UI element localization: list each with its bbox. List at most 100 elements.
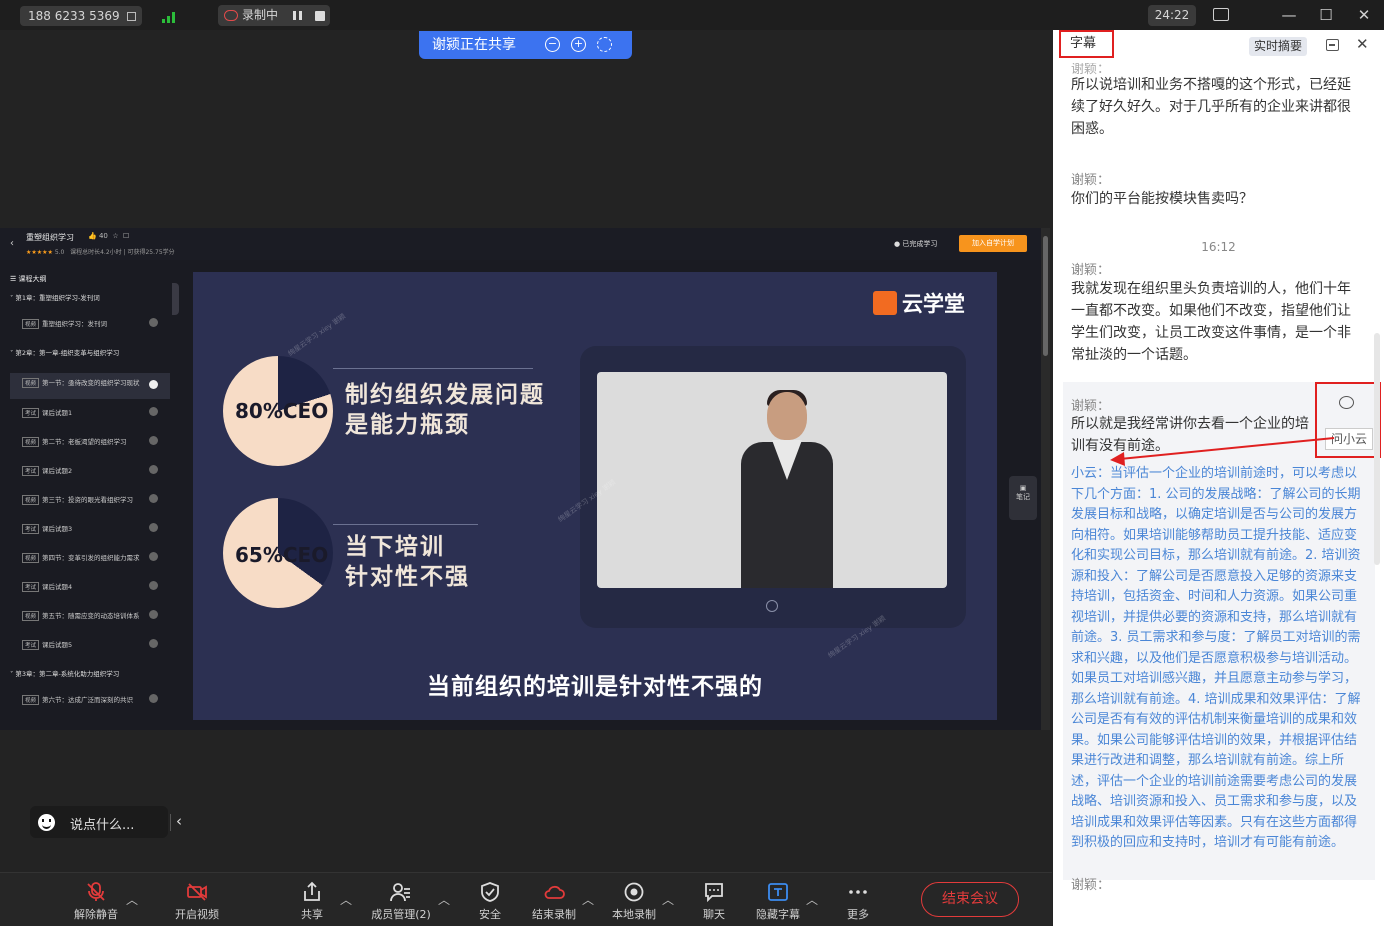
outline-lesson[interactable]: 视频 第一节：亟待改变的组织学习现状 — [10, 373, 170, 399]
layout-button[interactable] — [1206, 4, 1236, 26]
speaker-name: 谢颖： — [1071, 173, 1111, 188]
outline-tag: 视频 — [22, 437, 40, 447]
outline-lesson-text: 第三节：投资的眼光看组织学习 — [42, 496, 134, 504]
outline-lesson-text: 第五节：随需应变的动态培训体系 — [42, 612, 140, 620]
outline-lesson[interactable]: 考试 课后试题1 — [10, 407, 170, 421]
outline-chapter[interactable]: ˅ 第2章：第一章-组织变革与组织学习 — [10, 347, 170, 361]
stop-recording-icon[interactable] — [315, 11, 325, 21]
stop-recording-button[interactable]: 结束录制 — [526, 873, 582, 926]
minimize-window-icon[interactable]: — — [1276, 2, 1302, 28]
outline-lesson[interactable]: 考试 课后试题3 — [10, 523, 170, 537]
outline-lesson[interactable]: 考试 课后试题2 — [10, 465, 170, 479]
panel-scrollbar[interactable] — [1374, 333, 1380, 565]
shared-scrollbar[interactable] — [1041, 228, 1050, 730]
maximize-window-icon[interactable]: ☐ — [1313, 2, 1339, 28]
chat-placeholder[interactable]: 说点什么... — [70, 814, 134, 833]
chat-separator — [170, 814, 171, 831]
emoji-icon[interactable] — [38, 814, 55, 831]
outline-tag: 视频 — [22, 319, 40, 329]
zoom-in-icon[interactable]: + — [571, 37, 586, 52]
start-video-button[interactable]: 开启视频 — [166, 873, 228, 926]
hide-subtitles-button[interactable]: 隐藏字幕 — [750, 873, 806, 926]
scroll-thumb[interactable] — [1043, 236, 1048, 356]
chevron-left-icon[interactable]: ‹ — [176, 812, 182, 830]
panel-minimize-icon[interactable] — [1326, 39, 1339, 51]
back-chevron-icon[interactable]: ‹ — [10, 238, 14, 249]
course-meta: ★★★★★ 5.0 课程总时长4.2小时 | 可获得25.75学分 — [26, 247, 175, 256]
unmute-button[interactable]: 解除静音 — [66, 873, 126, 926]
outline-tag: 视频 — [22, 495, 40, 505]
notes-label: 笔记 — [1016, 493, 1030, 501]
share-icon — [304, 881, 320, 901]
chat-icon — [705, 883, 723, 903]
completed-check-icon — [149, 436, 158, 445]
end-meeting-button[interactable]: 结束会议 — [921, 882, 1019, 917]
outline-chapter[interactable]: ˅ 第1章：重塑组织学习-发刊词 — [10, 292, 170, 306]
outline-tag: 视频 — [22, 378, 40, 388]
notes-button[interactable]: ▣ 笔记 — [1009, 476, 1037, 520]
course-likes[interactable]: 👍 40 ☆ ☐ — [88, 232, 129, 240]
course-outline: ☰ 课程大纲 ˅ 第1章：重塑组织学习-发刊词 视频 重塑组织学习：发刊词 ˅ 第2章… — [0, 266, 172, 730]
stat2-text-line1: 当下培训 — [345, 534, 445, 560]
outline-chapter-text: ˅ 第3章：第二章-系统化助力组织学习 — [10, 670, 120, 678]
outline-lesson-text: 课后试题4 — [42, 583, 73, 591]
zoom-out-icon[interactable]: − — [545, 37, 560, 52]
ask-xiaoyun-tooltip: 问小云 — [1325, 428, 1373, 450]
outline-lesson[interactable]: 考试 课后试题4 — [10, 581, 170, 595]
local-record-options-caret-icon[interactable]: ︿ — [662, 891, 674, 908]
stop-recording-label: 结束录制 — [532, 908, 576, 921]
security-button[interactable]: 安全 — [468, 873, 512, 926]
completed-check-icon — [149, 465, 158, 474]
rating-stars: ★★★★★ — [26, 249, 53, 256]
recording-options-caret-icon[interactable]: ︿ — [582, 891, 594, 908]
subtitle-text: 所以就是我经常讲你去看一个企业的培训有没有前途。 — [1071, 416, 1309, 454]
outline-lesson-text: 第四节：变革引发的组织能力需求 — [42, 554, 140, 562]
member-options-caret-icon[interactable]: ︿ — [438, 891, 450, 908]
outline-lesson[interactable]: 视频 重塑组织学习：发刊词 — [10, 318, 170, 332]
outline-tag: 考试 — [22, 640, 40, 650]
pause-recording-icon[interactable] — [293, 11, 302, 20]
copy-icon[interactable] — [127, 12, 137, 21]
mic-muted-icon — [87, 882, 105, 901]
local-recording-label: 本地录制 — [612, 908, 656, 921]
completed-check-icon — [149, 639, 158, 648]
outline-tag: 考试 — [22, 582, 40, 592]
more-button[interactable]: 更多 — [836, 873, 880, 926]
share-button[interactable]: 共享 — [288, 873, 336, 926]
outline-tag: 考试 — [22, 466, 40, 476]
close-window-icon[interactable]: ✕ — [1351, 2, 1377, 28]
panel-close-icon[interactable]: ✕ — [1356, 35, 1369, 53]
time-divider: 16:12 — [1201, 240, 1236, 254]
outline-lesson[interactable]: 视频 第二节：老板渴望的组织学习 — [10, 436, 170, 450]
rating-value: 5.0 — [54, 249, 65, 256]
outline-collapse-handle[interactable] — [172, 283, 179, 315]
outline-chapter[interactable]: ˅ 第3章：第二章-系统化助力组织学习 — [10, 668, 170, 682]
tab-subtitles[interactable]: 字幕 — [1059, 30, 1114, 58]
member-management-label: 成员管理(2) — [371, 908, 431, 921]
refresh-icon[interactable] — [597, 37, 612, 52]
outline-lesson[interactable]: 视频 第五节：随需应变的动态培训体系 — [10, 610, 170, 624]
chat-label: 聊天 — [703, 908, 725, 921]
panel-header: 字幕 实时摘要 ✕ — [1053, 30, 1384, 63]
chat-input-box[interactable]: 说点什么... ‹ — [30, 806, 182, 838]
subtitle-options-caret-icon[interactable]: ︿ — [806, 891, 818, 908]
outline-lesson[interactable]: 视频 第四节：变革引发的组织能力需求 — [10, 552, 170, 566]
chat-button[interactable]: 聊天 — [692, 873, 736, 926]
more-dots-icon — [849, 890, 867, 894]
outline-tag: 考试 — [22, 524, 40, 534]
ask-ai-icon[interactable] — [1339, 396, 1354, 409]
outline-tag: 考试 — [22, 408, 40, 418]
join-plan-button[interactable]: 加入自学计划 — [959, 235, 1027, 252]
local-recording-button[interactable]: 本地录制 — [606, 873, 662, 926]
slide-subtitle: 当前组织的培训是针对性不强的 — [427, 674, 763, 700]
outline-lesson[interactable]: 考试 课后试题5 — [10, 639, 170, 653]
share-options-caret-icon[interactable]: ︿ — [340, 891, 352, 908]
member-management-button[interactable]: 成员管理(2) — [368, 873, 434, 926]
tab-live-summary[interactable]: 实时摘要 — [1249, 37, 1307, 56]
meeting-number-pill[interactable]: 188 6233 5369 — [20, 6, 142, 26]
subtitle-text: 你们的平台能按模块售卖吗？ — [1071, 191, 1253, 207]
layout-icon — [1213, 8, 1229, 21]
outline-lesson[interactable]: 视频 第六节：达成广泛而深刻的共识 — [10, 694, 170, 708]
audio-options-caret-icon[interactable]: ︿ — [126, 891, 138, 908]
outline-lesson[interactable]: 视频 第三节：投资的眼光看组织学习 — [10, 494, 170, 508]
